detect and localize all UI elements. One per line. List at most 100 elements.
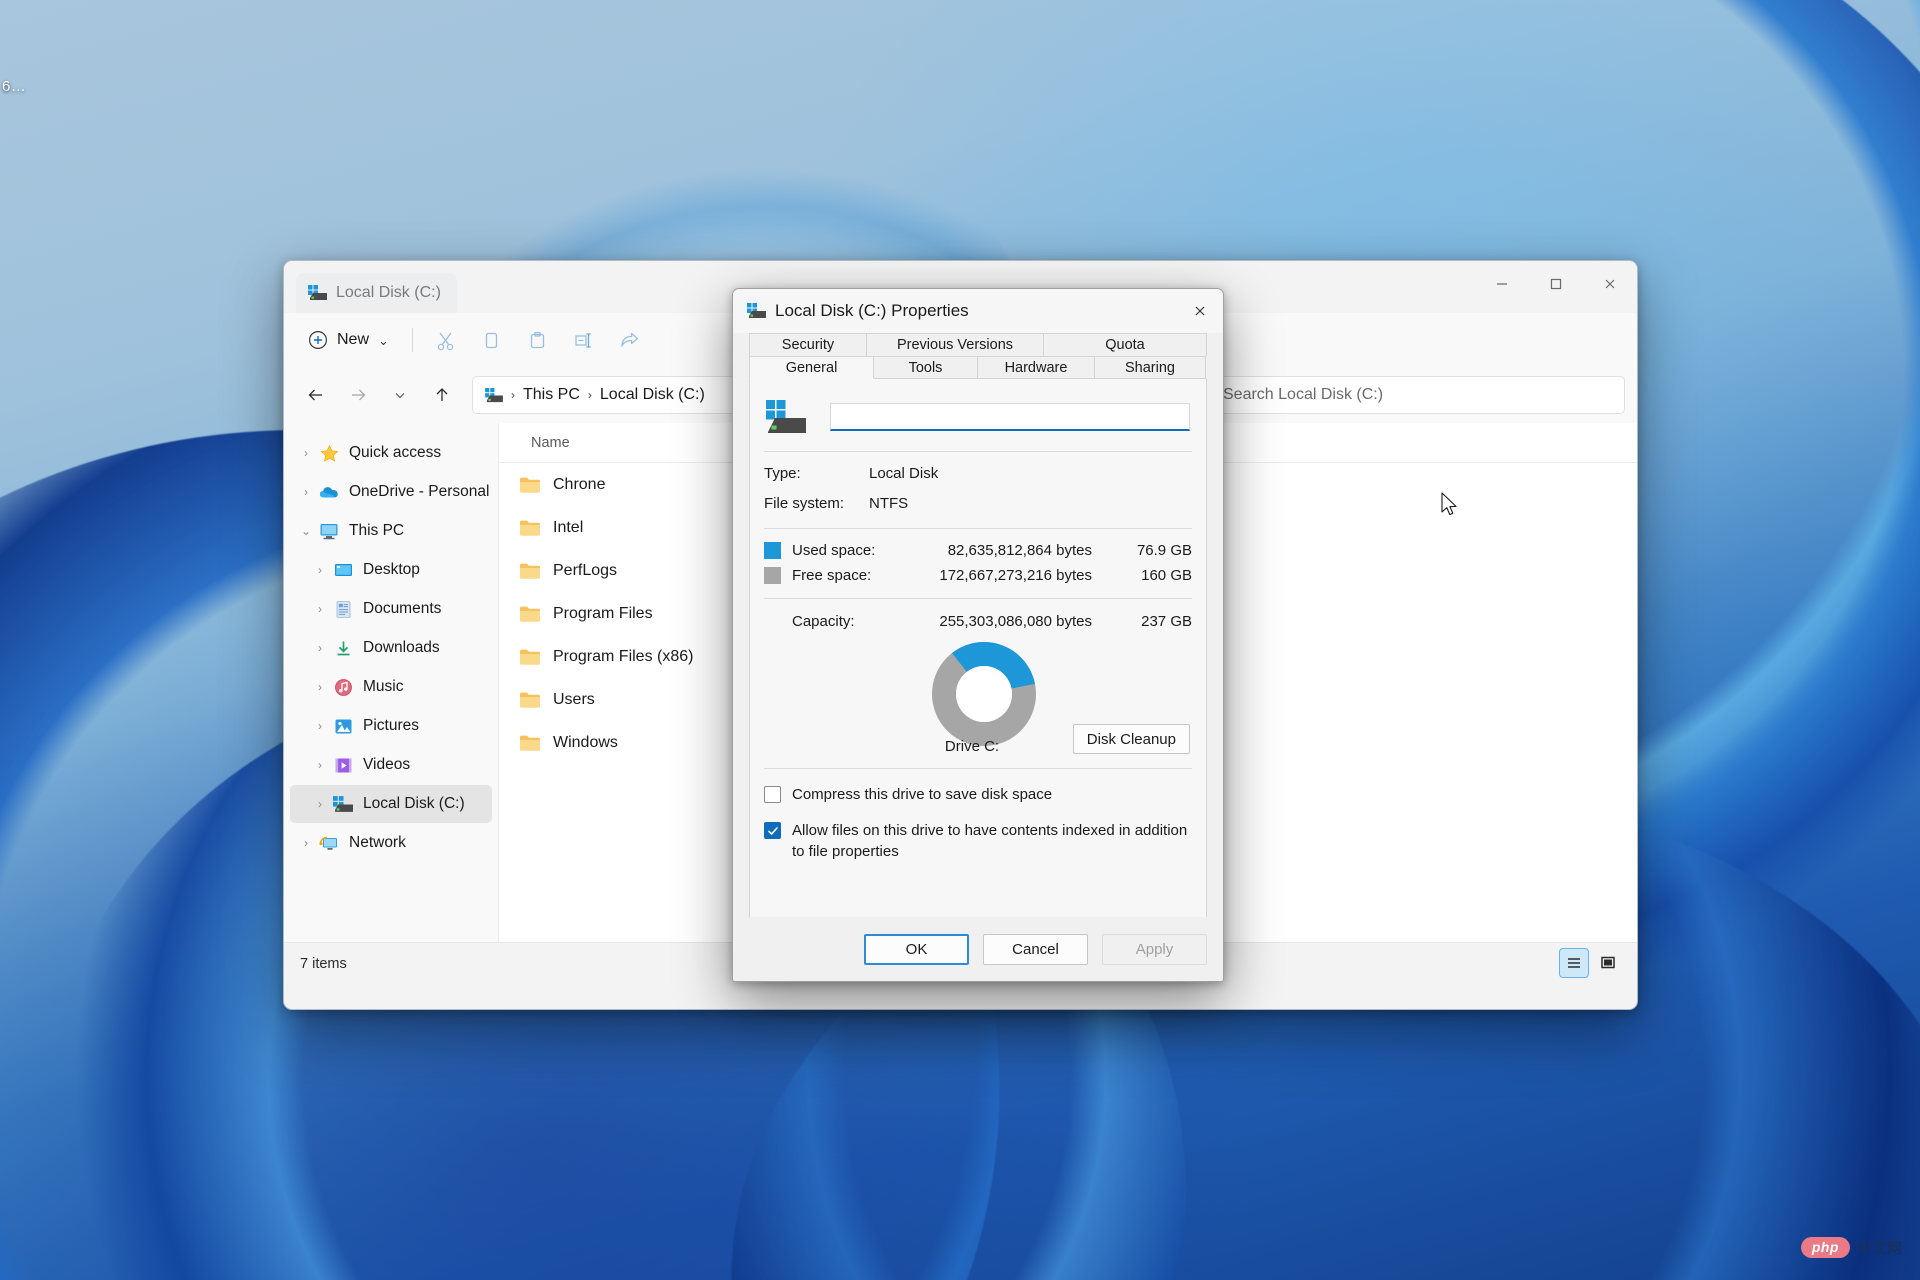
dialog-close-button[interactable]	[1177, 289, 1223, 333]
tab-general[interactable]: General	[749, 356, 874, 379]
cut-button[interactable]	[424, 321, 468, 359]
volume-label-input[interactable]	[830, 403, 1190, 431]
cancel-button[interactable]: Cancel	[983, 933, 1088, 965]
index-contents-checkbox-row[interactable]: Allow files on this drive to have conten…	[764, 821, 1192, 862]
chevron-right-icon[interactable]: ›	[294, 446, 318, 460]
star-icon	[318, 442, 340, 464]
tab-hardware[interactable]: Hardware	[977, 356, 1095, 379]
sidebar-item-videos[interactable]: › Videos	[290, 746, 492, 784]
used-space-row: Used space: 82,635,812,864 bytes 76.9 GB	[764, 542, 1192, 559]
downloads-icon	[332, 637, 354, 659]
tab-sharing[interactable]: Sharing	[1094, 356, 1206, 379]
forward-button[interactable]	[338, 376, 378, 414]
chevron-right-icon[interactable]: ›	[308, 758, 332, 772]
sidebar-item-pictures[interactable]: › Pictures	[290, 707, 492, 745]
rename-button[interactable]	[562, 321, 606, 359]
tab-quota[interactable]: Quota	[1043, 333, 1207, 356]
tab-row-primary: General Tools Hardware Sharing	[749, 356, 1207, 379]
chevron-right-icon[interactable]: ›	[294, 836, 318, 850]
music-icon	[332, 676, 354, 698]
drive-icon	[332, 793, 354, 815]
up-arrow-icon	[436, 388, 448, 401]
recent-locations-button[interactable]	[380, 376, 420, 414]
close-icon	[1195, 306, 1205, 316]
file-name: Users	[553, 690, 595, 708]
details-view-button[interactable]	[1559, 948, 1589, 978]
share-button[interactable]	[608, 321, 652, 359]
tab-previous-versions[interactable]: Previous Versions	[866, 333, 1044, 356]
sidebar-item-onedrive[interactable]: › OneDrive - Personal	[290, 473, 492, 511]
explorer-tab[interactable]: Local Disk (C:)	[296, 273, 457, 313]
drive-icon-large	[766, 400, 806, 433]
search-input[interactable]: Search Local Disk (C:)	[1210, 376, 1625, 414]
breadcrumb-item-local-disk[interactable]: Local Disk (C:)	[600, 386, 705, 404]
sidebar-item-label: Documents	[363, 600, 442, 617]
capacity-label: Capacity:	[792, 613, 855, 630]
share-icon	[621, 332, 639, 347]
minimize-button[interactable]	[1475, 261, 1529, 307]
chevron-right-icon[interactable]: ›	[308, 641, 332, 655]
sidebar-item-label: Pictures	[363, 717, 419, 734]
paste-button[interactable]	[516, 321, 560, 359]
chevron-right-icon[interactable]: ›	[308, 797, 332, 811]
up-button[interactable]	[422, 376, 462, 414]
ok-button[interactable]: OK	[864, 933, 969, 965]
sidebar-item-label: Quick access	[349, 444, 442, 461]
chevron-right-icon[interactable]: ›	[308, 680, 332, 694]
sidebar-item-local-disk-c[interactable]: › Local Disk (C:)	[290, 785, 492, 823]
info-row-file-system: File system: NTFS	[764, 495, 1192, 512]
tab-row-secondary: Security Previous Versions Quota	[749, 333, 1207, 356]
maximize-button[interactable]	[1529, 261, 1583, 307]
index-contents-checkbox[interactable]	[764, 822, 781, 840]
tab-security[interactable]: Security	[749, 333, 867, 356]
chevron-right-icon[interactable]: ›	[308, 563, 332, 577]
chevron-right-icon[interactable]: ›	[308, 719, 332, 733]
compress-drive-checkbox[interactable]	[764, 786, 781, 803]
sidebar-item-this-pc[interactable]: ⌄ This PC	[290, 512, 492, 550]
chevron-right-icon[interactable]: ›	[294, 485, 318, 499]
info-key: Type:	[764, 465, 801, 482]
breadcrumb-item-this-pc[interactable]: This PC	[523, 386, 580, 404]
folder-icon	[520, 563, 540, 579]
new-button[interactable]: New ⌄	[296, 321, 401, 359]
sidebar-item-downloads[interactable]: › Downloads	[290, 629, 492, 667]
info-key: File system:	[764, 495, 845, 512]
folder-icon	[520, 477, 540, 493]
sidebar-item-music[interactable]: › Music	[290, 668, 492, 706]
back-button[interactable]	[296, 376, 336, 414]
sidebar-item-label: Local Disk (C:)	[363, 795, 465, 812]
sidebar-item-desktop[interactable]: › Desktop	[290, 551, 492, 589]
details-view-icon	[1568, 958, 1580, 968]
capacity-bytes: 255,303,086,080 bytes	[939, 613, 1092, 630]
videos-icon	[332, 754, 354, 776]
search-placeholder: Search Local Disk (C:)	[1223, 386, 1384, 403]
disk-cleanup-button[interactable]: Disk Cleanup	[1072, 724, 1190, 754]
large-icons-view-button[interactable]	[1593, 948, 1623, 978]
desktop-icon-label: 6…	[2, 78, 27, 95]
compress-drive-checkbox-row[interactable]: Compress this drive to save disk space	[764, 785, 1192, 805]
compress-drive-label: Compress this drive to save disk space	[792, 786, 1053, 803]
desktop-icon	[332, 559, 354, 581]
file-name: Program Files (x86)	[553, 647, 694, 665]
view-toggle-group	[1559, 948, 1623, 978]
folder-icon	[520, 735, 540, 751]
free-space-row: Free space: 172,667,273,216 bytes 160 GB	[764, 567, 1192, 584]
sidebar-item-network[interactable]: › Network	[290, 824, 492, 862]
toolbar-divider	[411, 328, 413, 352]
sidebar-item-quick-access[interactable]: › Quick access	[290, 434, 492, 472]
divider	[764, 528, 1192, 529]
tab-tools[interactable]: Tools	[873, 356, 978, 379]
chevron-down-icon[interactable]: ⌄	[294, 524, 318, 538]
mouse-cursor	[1441, 492, 1457, 516]
chevron-right-icon[interactable]: ›	[308, 602, 332, 616]
info-value: NTFS	[869, 495, 909, 512]
sidebar-item-documents[interactable]: › Documents	[290, 590, 492, 628]
general-tab-panel: Type: Local Disk File system: NTFS Used …	[749, 379, 1207, 920]
capacity-gb: 237 GB	[1141, 613, 1192, 630]
free-space-gb: 160 GB	[1141, 567, 1192, 584]
watermark-suffix: 中文网	[1856, 1240, 1902, 1257]
close-button[interactable]	[1583, 261, 1637, 307]
copy-button[interactable]	[470, 321, 514, 359]
folder-icon	[520, 606, 540, 622]
dialog-title: Local Disk (C:) Properties	[775, 301, 969, 320]
